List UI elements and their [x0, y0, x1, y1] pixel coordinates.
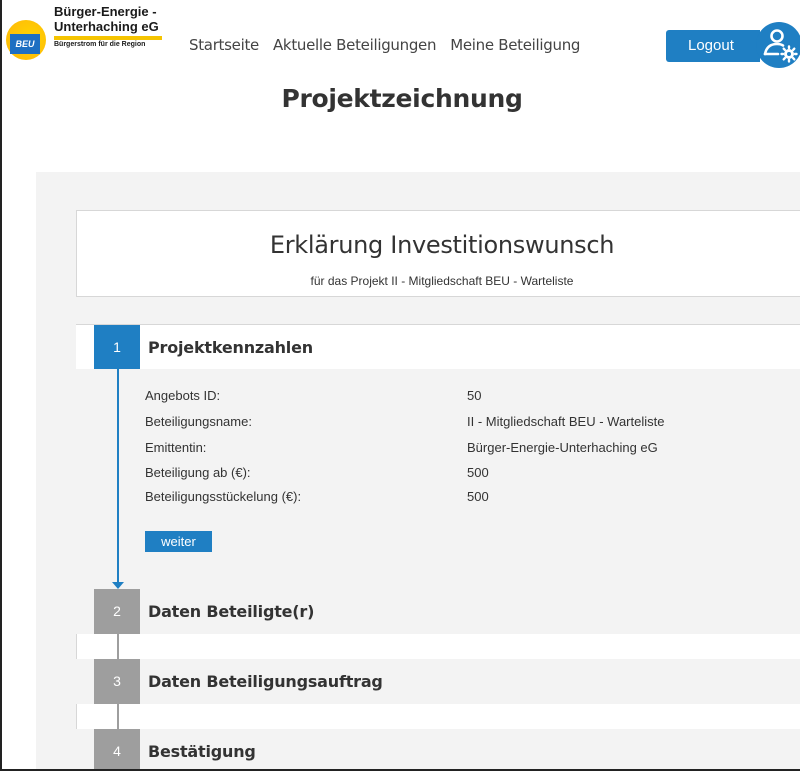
- step-connector-active: [117, 369, 119, 586]
- step-connector-3-4: [117, 704, 119, 729]
- step-4-number: 4: [94, 729, 140, 769]
- step-3-number: 3: [94, 659, 140, 704]
- declaration-title: Erklärung Investitionswunsch: [269, 231, 615, 259]
- nav-item-meine-beteiligung[interactable]: Meine Beteiligung: [450, 36, 580, 54]
- detail-value-angebots-id: 50: [467, 388, 482, 403]
- step-1-label: Projektkennzahlen: [148, 338, 313, 357]
- logout-button[interactable]: Logout: [666, 30, 760, 62]
- step-connector-2-3: [117, 634, 119, 659]
- step-4-header[interactable]: 4 Bestätigung: [76, 729, 800, 769]
- detail-value-beteiligungsname: II - Mitgliedschaft BEU - Warteliste: [467, 414, 665, 429]
- detail-value-emittentin: Bürger-Energie-Unterhaching eG: [467, 440, 658, 455]
- user-settings-icon[interactable]: [756, 22, 800, 68]
- detail-key-emittentin: Emittentin:: [145, 440, 207, 455]
- brand-tagline: Bürgerstrom für die Region: [54, 41, 146, 48]
- declaration-header: Erklärung Investitionswunsch für das Pro…: [76, 210, 800, 297]
- brand-name-line1: Bürger-Energie -: [54, 4, 157, 19]
- weiter-button[interactable]: weiter: [145, 531, 212, 552]
- main-nav: Startseite Aktuelle Beteiligungen Meine …: [189, 36, 580, 54]
- step-2-label: Daten Beteiligte(r): [148, 602, 315, 621]
- declaration-subtitle: für das Projekt II - Mitgliedschaft BEU …: [310, 274, 574, 288]
- step-1-number: 1: [94, 325, 140, 370]
- arrow-down-icon: [112, 582, 124, 589]
- step-4-label: Bestätigung: [148, 742, 256, 761]
- detail-key-beteiligung-ab: Beteiligung ab (€):: [145, 465, 251, 480]
- beu-badge: BEU: [10, 34, 40, 54]
- detail-key-angebots-id: Angebots ID:: [145, 388, 221, 403]
- step-1-header[interactable]: 1 Projektkennzahlen: [76, 325, 800, 370]
- detail-value-beteiligungsstueckelung: 500: [467, 489, 489, 504]
- app-frame: BEU Bürger-Energie - Unterhaching eG Bür…: [0, 0, 800, 771]
- page-title: Projektzeichnung: [281, 84, 523, 113]
- nav-item-startseite[interactable]: Startseite: [189, 36, 259, 54]
- step-3-label: Daten Beteiligungsauftrag: [148, 672, 383, 691]
- brand-logo[interactable]: BEU Bürger-Energie - Unterhaching eG Bür…: [6, 4, 166, 70]
- detail-key-beteiligungsname: Beteiligungsname:: [145, 414, 252, 429]
- user-gear-glyph: [763, 29, 798, 63]
- step-2-number: 2: [94, 589, 140, 634]
- detail-value-beteiligung-ab: 500: [467, 465, 489, 480]
- brand-name-line2: Unterhaching eG: [54, 19, 159, 34]
- step-3-header[interactable]: 3 Daten Beteiligungsauftrag: [76, 659, 800, 704]
- brand-underline: [54, 36, 162, 40]
- step-2-header[interactable]: 2 Daten Beteiligte(r): [76, 589, 800, 634]
- detail-key-beteiligungsstueckelung: Beteiligungsstückelung (€):: [145, 489, 302, 504]
- nav-item-aktuelle-beteiligungen[interactable]: Aktuelle Beteiligungen: [273, 36, 437, 54]
